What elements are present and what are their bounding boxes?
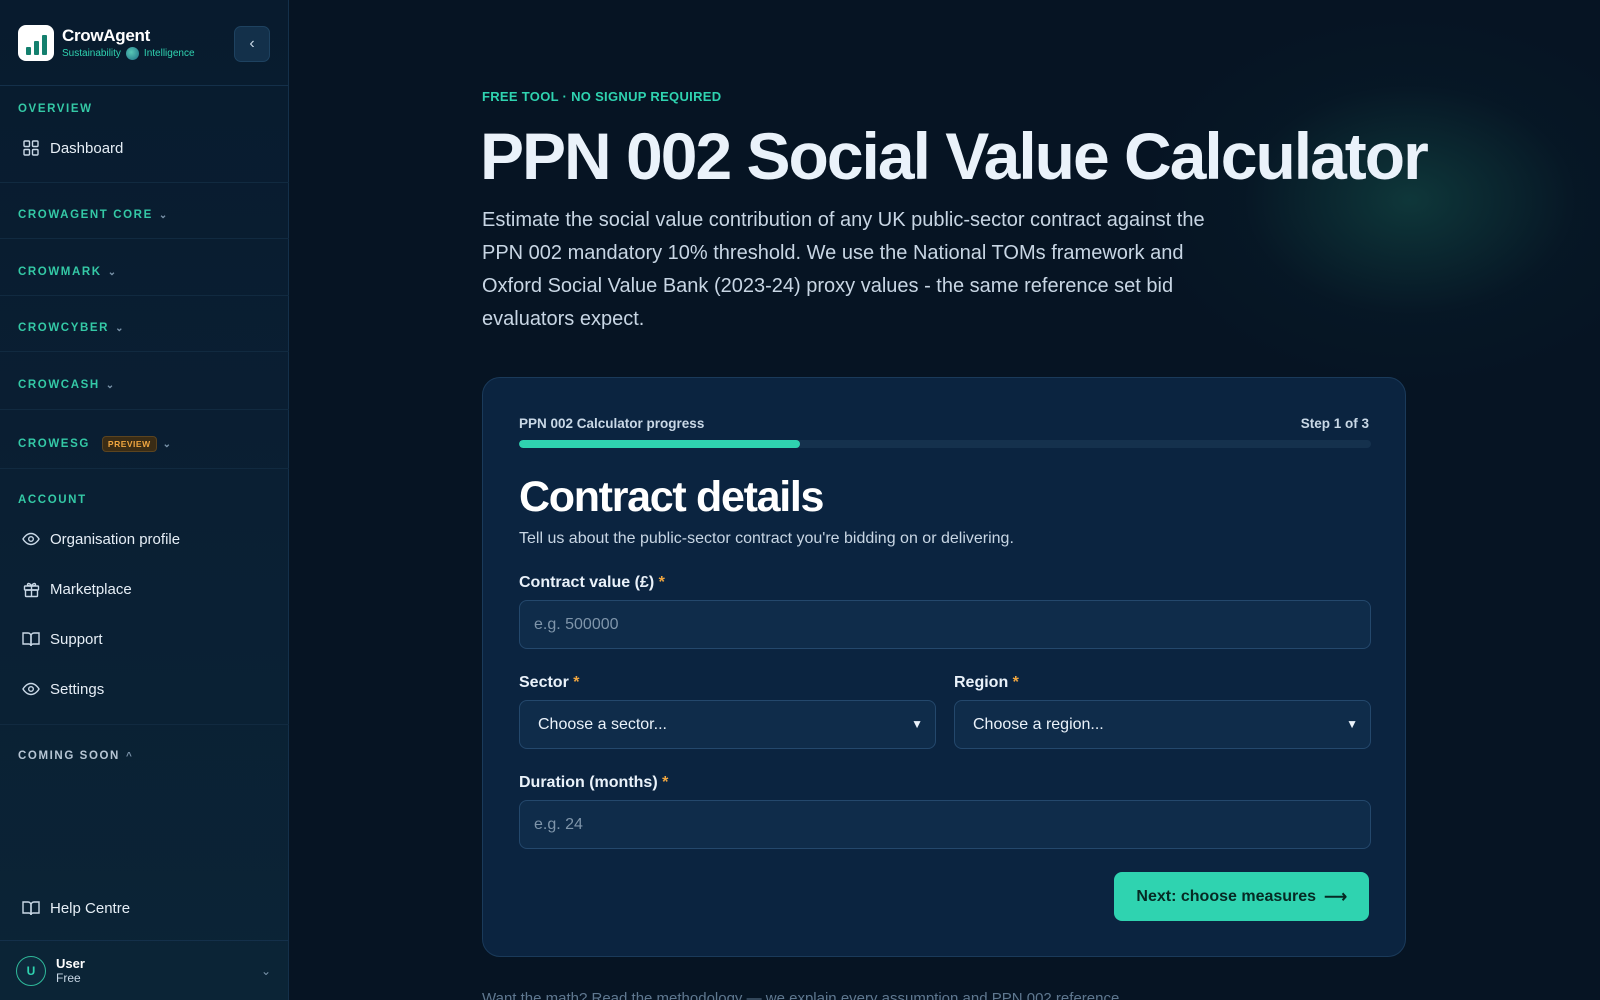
section-coming-soon-label: COMING SOON (18, 750, 120, 762)
region-label-text: Region (954, 674, 1009, 691)
section-account-label: ACCOUNT (18, 494, 87, 506)
section-cyber-label: CROWCYBER (18, 322, 110, 334)
divider (0, 724, 289, 725)
region-label: Region * (954, 674, 1019, 692)
book-icon (22, 899, 40, 917)
eye-icon (22, 530, 40, 548)
duration-label-text: Duration (months) (519, 774, 658, 791)
section-cash-label: CROWCASH (18, 379, 100, 391)
section-overview: OVERVIEW (18, 103, 93, 115)
section-crowesg[interactable]: CROWESG PREVIEW ⌄ (18, 436, 171, 452)
card-title: Contract details (519, 473, 824, 521)
sidebar-item-label: Dashboard (50, 139, 124, 157)
eyebrow: FREE TOOL · NO SIGNUP REQUIRED (482, 89, 722, 104)
brand: CrowAgent Sustainability Intelligence ‹ (0, 0, 288, 86)
sidebar-item-help-centre[interactable]: Help Centre (22, 899, 130, 917)
calculator-card: PPN 002 Calculator progress Step 1 of 3 … (482, 377, 1406, 957)
divider (0, 295, 289, 296)
section-account: ACCOUNT (18, 494, 87, 506)
progress-label: PPN 002 Calculator progress (519, 416, 705, 431)
section-core-label: CROWAGENT CORE (18, 209, 153, 221)
required-mark: * (658, 574, 665, 591)
section-crowcyber[interactable]: CROWCYBER ⌄ (18, 322, 123, 334)
avatar: U (16, 955, 46, 986)
user-name: User (56, 956, 85, 971)
divider (0, 182, 289, 183)
sector-select[interactable]: Choose a sector... ▼ (519, 700, 936, 749)
chevron-down-icon: ▼ (911, 717, 923, 731)
user-menu[interactable]: U User Free ⌄ (0, 940, 289, 1000)
divider (0, 351, 289, 352)
preview-badge: PREVIEW (101, 436, 157, 452)
sidebar-item-label: Settings (50, 680, 105, 698)
sidebar-item-organisation-profile[interactable]: Organisation profile (22, 530, 180, 548)
sidebar-item-support[interactable]: Support (22, 630, 103, 648)
section-esg-label: CROWESG (18, 438, 90, 450)
card-subtitle: Tell us about the public-sector contract… (519, 530, 1014, 547)
section-crowmark[interactable]: CROWMARK ⌄ (18, 266, 116, 278)
section-mark-label: CROWMARK (18, 266, 102, 278)
sector-select-value: Choose a sector... (538, 715, 667, 733)
chevron-down-icon: ⌄ (115, 322, 124, 334)
progress-fill (519, 440, 801, 448)
intro-text: Estimate the social value contribution o… (482, 209, 1205, 330)
brand-tag-left: Sustainability (62, 47, 121, 59)
progress-bar (519, 440, 1371, 448)
collapse-sidebar-button[interactable]: ‹ (234, 26, 270, 62)
next-button-label: Next: choose measures (1136, 887, 1317, 905)
divider (0, 238, 289, 239)
user-plan: Free (56, 971, 81, 985)
progress-step: Step 1 of 3 (1300, 416, 1369, 431)
arrow-right-icon: ⟶ (1324, 888, 1347, 906)
region-select[interactable]: Choose a region... ▼ (954, 700, 1371, 749)
chevron-down-icon: ⌄ (162, 438, 171, 450)
duration-input[interactable] (519, 800, 1371, 849)
required-mark: * (1012, 674, 1019, 691)
chevron-down-icon: ⌄ (260, 963, 271, 978)
methodology-hint: Want the math? Read the methodology — we… (482, 990, 1124, 1000)
required-mark: * (573, 674, 580, 691)
brand-name: CrowAgent (62, 25, 150, 45)
duration-label: Duration (months) * (519, 774, 668, 792)
divider (0, 468, 289, 469)
page-title: PPN 002 Social Value Calculator (480, 119, 1429, 193)
sidebar-item-label: Marketplace (50, 580, 132, 598)
region-select-value: Choose a region... (973, 715, 1104, 733)
chevron-down-icon: ⌄ (158, 209, 168, 221)
gift-icon (22, 580, 40, 598)
section-crowcash[interactable]: CROWCASH ⌄ (18, 379, 114, 391)
next-choose-measures-button[interactable]: Next: choose measures ⟶ (1114, 872, 1369, 921)
sidebar-item-label: Organisation profile (50, 530, 181, 548)
eye-icon (22, 680, 40, 698)
chevron-up-icon: ^ (125, 750, 132, 762)
chevron-left-icon: ‹ (249, 35, 255, 52)
section-crowagent-core[interactable]: CROWAGENT CORE ⌄ (18, 209, 167, 221)
sidebar-item-dashboard[interactable]: Dashboard (22, 139, 123, 157)
sector-label: Sector * (519, 674, 579, 692)
globe-icon (125, 46, 139, 60)
chevron-down-icon: ⌄ (107, 266, 117, 278)
contract-value-label-text: Contract value (£) (519, 574, 655, 591)
sidebar-item-label: Support (50, 630, 103, 648)
divider (0, 409, 289, 410)
sidebar: CrowAgent Sustainability Intelligence ‹ … (0, 0, 289, 1000)
required-mark: * (662, 774, 669, 791)
sidebar-item-settings[interactable]: Settings (22, 680, 104, 698)
chevron-down-icon: ▼ (1346, 717, 1358, 731)
grid-icon (22, 139, 40, 157)
chevron-down-icon: ⌄ (105, 379, 115, 391)
book-icon (22, 630, 40, 648)
logo-icon (18, 24, 54, 61)
sector-label-text: Sector (519, 674, 569, 691)
contract-value-input[interactable] (519, 600, 1371, 649)
contract-value-label: Contract value (£) * (519, 574, 665, 592)
section-overview-label: OVERVIEW (18, 103, 93, 115)
sidebar-item-marketplace[interactable]: Marketplace (22, 580, 132, 598)
section-coming-soon[interactable]: COMING SOON ^ (18, 750, 132, 762)
sidebar-item-label: Help Centre (50, 899, 131, 917)
brand-tag-right: Intelligence (143, 47, 195, 59)
